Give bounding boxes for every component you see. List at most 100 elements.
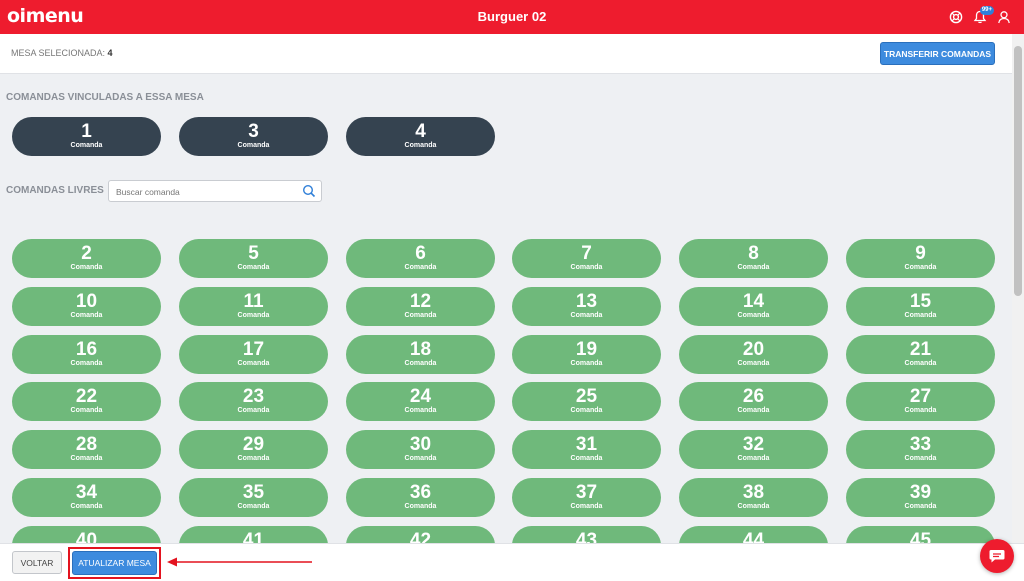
comanda-label: Comanda [737,455,770,463]
comanda-28-button[interactable]: 28 Comanda [12,430,161,470]
comanda-number: 41 [242,529,265,543]
comanda-label: Comanda [70,264,103,271]
comanda-number: 27 [909,386,932,408]
comanda-26-button[interactable]: 26 Comanda [679,382,828,422]
comanda-32-button[interactable]: 32 Comanda [679,430,828,470]
comanda-5-button[interactable]: 5 Comanda [179,239,328,278]
comanda-14-button[interactable]: 14 Comanda [679,286,828,326]
comanda-number: 34 [75,482,98,503]
comanda-label: Comanda [70,359,103,367]
comanda-number: 37 [575,482,598,503]
comanda-label: Comanda [737,359,770,367]
comanda-number: 20 [742,338,765,360]
comanda-number: 2 [81,243,92,264]
comanda-label: Comanda [737,264,770,271]
comanda-number: 4 [415,121,426,142]
comanda-36-button[interactable]: 36 Comanda [346,478,495,517]
comanda-label: Comanda [404,503,437,510]
comanda-label: Comanda [904,455,937,463]
comanda-label: Comanda [237,407,270,415]
chat-icon[interactable] [980,539,1014,573]
comanda-label: Comanda [70,311,103,319]
search-icon[interactable] [302,184,316,198]
comanda-33-button[interactable]: 33 Comanda [846,430,995,470]
comanda-number: 26 [742,386,765,408]
comanda-number: 43 [575,529,598,543]
comanda-21-button[interactable]: 21 Comanda [846,334,995,374]
comanda-number: 12 [409,290,432,312]
comanda-number: 36 [409,482,432,503]
comanda-label: Comanda [237,455,270,463]
comanda-number: 45 [909,529,932,543]
comanda-40-button[interactable]: 40Comanda [12,525,161,543]
comanda-42-button[interactable]: 42Comanda [346,525,495,543]
comanda-number: 31 [575,434,598,456]
comanda-number: 40 [75,529,98,543]
linked-comandas-title: COMANDAS VINCULADAS A ESSA MESA [6,92,204,103]
comanda-34-button[interactable]: 34 Comanda [12,478,161,517]
comanda-8-button[interactable]: 8 Comanda [679,239,828,278]
comanda-41-button[interactable]: 41Comanda [179,525,328,543]
comanda-35-button[interactable]: 35 Comanda [179,478,328,517]
search-comanda-input[interactable] [116,184,296,199]
comanda-label: Comanda [404,359,437,367]
comanda-number: 25 [575,386,598,408]
comanda-39-button[interactable]: 39 Comanda [846,478,995,517]
comanda-label: Comanda [570,407,603,415]
comanda-23-button[interactable]: 23 Comanda [179,382,328,422]
free-comandas-title: COMANDAS LIVRES [6,185,104,196]
scrollbar-thumb[interactable] [1014,46,1022,296]
comanda-25-button[interactable]: 25 Comanda [512,382,661,422]
comanda-31-button[interactable]: 31 Comanda [512,430,661,470]
comanda-number: 44 [742,529,765,543]
update-table-button[interactable]: ATUALIZAR MESA [72,551,157,575]
comanda-2-button[interactable]: 2 Comanda [12,239,161,278]
comanda-12-button[interactable]: 12 Comanda [346,286,495,326]
comanda-45-button[interactable]: 45Comanda [846,525,995,543]
back-button[interactable]: VOLTAR [12,551,62,574]
comanda-label: Comanda [237,142,270,149]
comanda-label: Comanda [904,264,937,271]
comanda-label: Comanda [904,359,937,367]
comanda-15-button[interactable]: 15 Comanda [846,286,995,326]
comanda-30-button[interactable]: 30 Comanda [346,430,495,470]
comanda-6-button[interactable]: 6 Comanda [346,239,495,278]
comanda-10-button[interactable]: 10 Comanda [12,286,161,326]
comanda-number: 23 [242,386,265,408]
comanda-17-button[interactable]: 17 Comanda [179,334,328,374]
comanda-18-button[interactable]: 18 Comanda [346,334,495,374]
comanda-label: Comanda [737,311,770,319]
comanda-16-button[interactable]: 16 Comanda [12,334,161,374]
comanda-number: 3 [248,121,259,142]
comanda-27-button[interactable]: 27 Comanda [846,382,995,422]
comanda-11-button[interactable]: 11 Comanda [179,286,328,326]
comanda-label: Comanda [570,311,603,319]
comanda-20-button[interactable]: 20 Comanda [679,334,828,374]
comanda-37-button[interactable]: 37 Comanda [512,478,661,517]
comanda-38-button[interactable]: 38 Comanda [679,478,828,517]
search-comanda-field[interactable] [108,180,322,202]
comanda-13-button[interactable]: 13 Comanda [512,286,661,326]
comanda-7-button[interactable]: 7 Comanda [512,239,661,278]
comanda-label: Comanda [237,503,270,510]
comanda-24-button[interactable]: 24 Comanda [346,382,495,422]
comanda-9-button[interactable]: 9 Comanda [846,239,995,278]
comanda-44-button[interactable]: 44Comanda [679,525,828,543]
comanda-1-button[interactable]: 1 Comanda [12,117,161,156]
comanda-number: 17 [242,338,265,360]
comanda-22-button[interactable]: 22 Comanda [12,382,161,422]
comanda-label: Comanda [70,142,103,149]
comanda-label: Comanda [904,407,937,415]
comanda-label: Comanda [904,311,937,319]
scrollbar[interactable] [1012,34,1024,543]
comanda-4-button[interactable]: 4 Comanda [346,117,495,156]
comanda-29-button[interactable]: 29 Comanda [179,430,328,470]
comanda-19-button[interactable]: 19 Comanda [512,334,661,374]
comanda-43-button[interactable]: 43Comanda [512,525,661,543]
comanda-label: Comanda [737,503,770,510]
comanda-number: 30 [409,434,432,456]
comanda-number: 21 [909,338,932,360]
comanda-label: Comanda [570,264,603,271]
comanda-label: Comanda [570,359,603,367]
comanda-3-button[interactable]: 3 Comanda [179,117,328,156]
